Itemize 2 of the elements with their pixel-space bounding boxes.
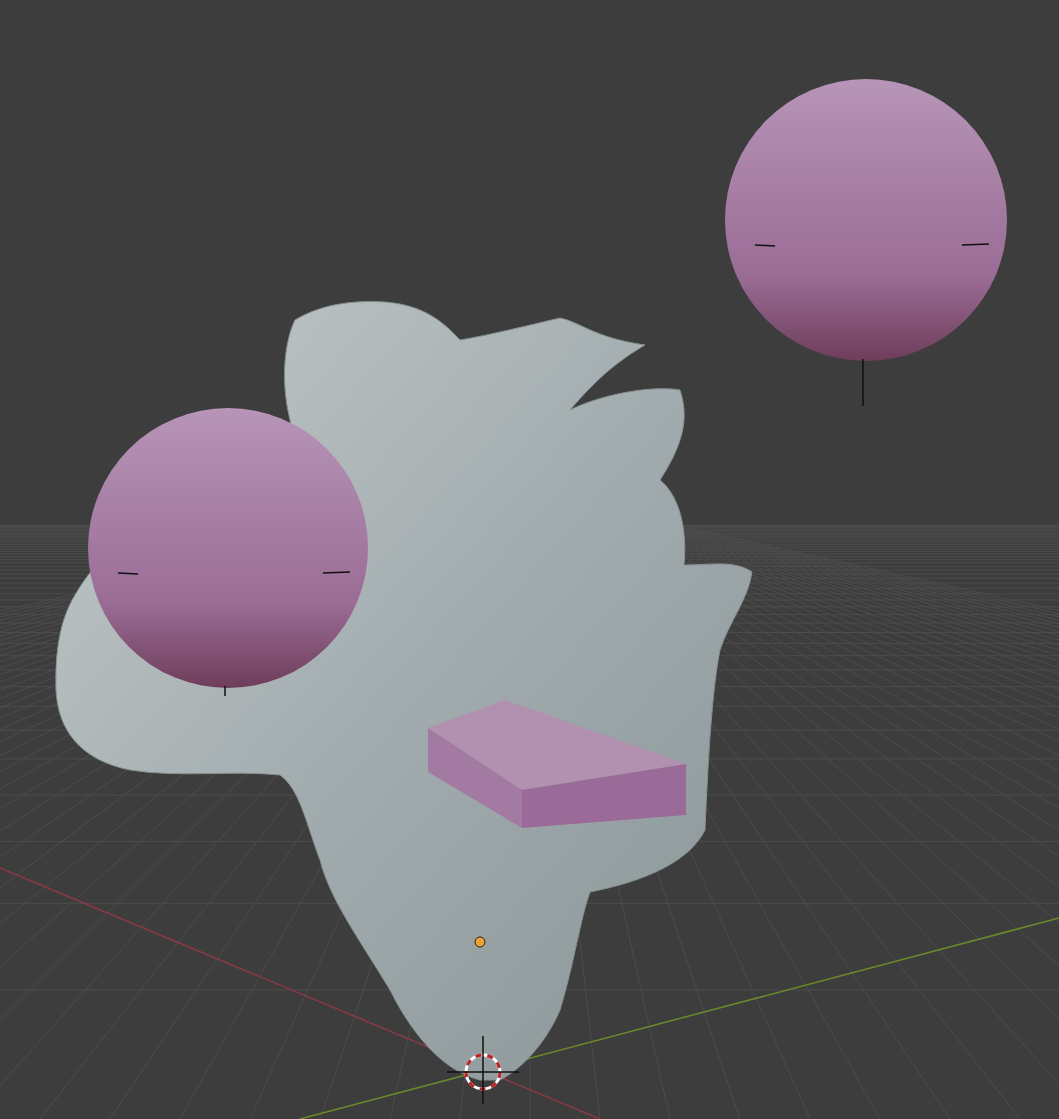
origin-point-icon — [474, 936, 486, 948]
3d-cursor-icon — [446, 1035, 520, 1105]
